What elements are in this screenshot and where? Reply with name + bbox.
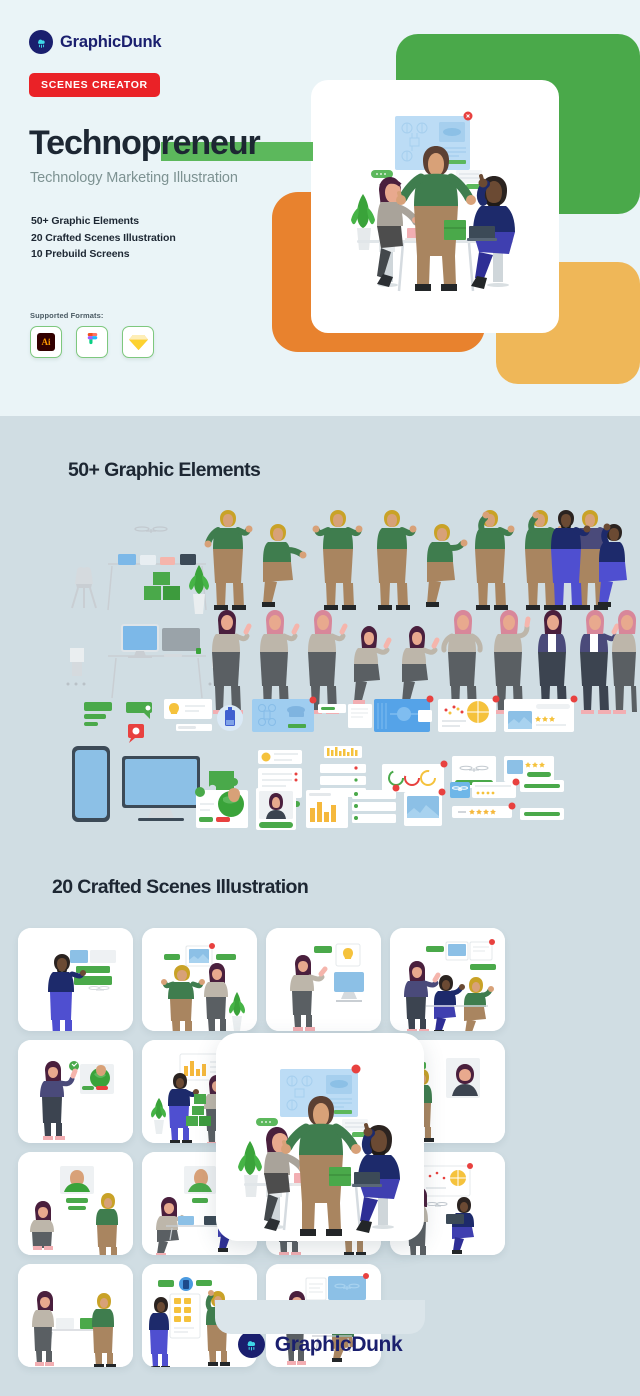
page-subtitle: Technology Marketing Illustration — [30, 170, 238, 186]
device-group — [72, 746, 200, 822]
scene-card[interactable] — [18, 1040, 133, 1143]
bar-chart-list-card — [306, 784, 400, 828]
formats-label: Supported Formats: — [30, 311, 104, 320]
format-sketch[interactable] — [122, 326, 154, 358]
page-title: Technopreneur — [29, 124, 261, 162]
featured-scene-illustration — [216, 1033, 424, 1241]
featured-scene-card[interactable] — [216, 1033, 424, 1241]
checklist-card — [352, 784, 400, 823]
brand-logo[interactable]: GraphicDunk — [29, 30, 162, 54]
avatar-card — [256, 788, 296, 830]
format-adobe-illustrator[interactable]: Ai — [30, 326, 62, 358]
desk-monitor-group — [66, 624, 228, 699]
cloud-rain-icon — [237, 1331, 265, 1358]
card-shadow-band — [215, 1300, 425, 1334]
photo-card — [404, 788, 446, 826]
hero-section: GraphicDunk SCENES CREATOR Technopreneur… — [0, 0, 640, 416]
scene-card[interactable] — [142, 928, 257, 1031]
figma-icon — [86, 332, 99, 352]
format-figma[interactable] — [76, 326, 108, 358]
photo-rating-panel — [504, 695, 578, 732]
idea-card — [164, 699, 212, 719]
list-item: 10 Prebuild Screens — [31, 248, 130, 260]
scene-card[interactable] — [18, 1152, 133, 1255]
blueprint-panel — [252, 696, 317, 732]
adobe-illustrator-icon: Ai — [37, 333, 55, 351]
scatter-panel — [438, 695, 500, 732]
dials-card — [382, 760, 448, 792]
hero-scene-illustration — [351, 111, 515, 292]
chat-bubble-green — [126, 702, 152, 719]
character-man-dark-seated — [598, 523, 627, 607]
graphic-elements-section: 50+ Graphic Elements — [0, 416, 640, 848]
footer-brand-name: GraphicDunk — [274, 1332, 403, 1356]
photo-stars-card — [504, 756, 554, 782]
scene-card[interactable] — [266, 928, 381, 1031]
scene-card[interactable] — [390, 928, 505, 1031]
chat-bubble-red — [128, 724, 144, 743]
formats-row: Ai — [30, 326, 154, 358]
page-title-wrap: Technopreneur — [29, 123, 313, 163]
list-item: 20 Crafted Scenes Illustration — [31, 231, 176, 244]
scene-card[interactable] — [18, 928, 133, 1031]
cta-button-chips — [520, 780, 564, 820]
sketch-icon — [128, 334, 148, 351]
mini-search-chip — [318, 704, 346, 713]
bar-chip — [176, 724, 212, 731]
feature-list: 50+ Graphic Elements 20 Crafted Scenes I… — [31, 213, 176, 263]
footer-logo[interactable]: GraphicDunk — [0, 1331, 640, 1358]
hero-illustration-card — [311, 80, 559, 333]
search-rating-card — [452, 802, 516, 818]
section-title-scenes: 20 Crafted Scenes Illustration — [52, 876, 309, 898]
status-badge: SCENES CREATOR — [29, 73, 160, 97]
globe-profile-card — [195, 787, 248, 828]
battery-badge — [217, 705, 243, 731]
bars-list-card — [320, 746, 366, 797]
graphic-elements-board — [66, 510, 637, 830]
list-item: 50+ Graphic Elements — [31, 215, 140, 227]
brand-name: GraphicDunk — [60, 32, 162, 51]
desk-chair-group — [71, 526, 207, 611]
cloud-rain-icon — [29, 30, 53, 54]
